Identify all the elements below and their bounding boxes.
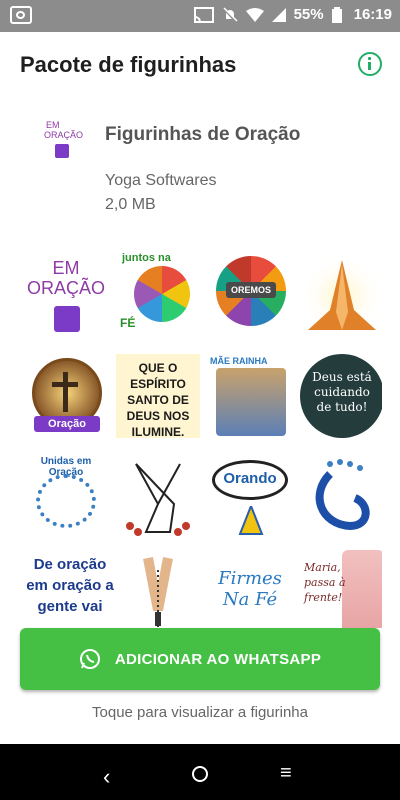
- sticker-text-top: juntos na: [122, 252, 171, 264]
- sticker-text: Orando: [223, 470, 277, 487]
- sticker-mae-rainha[interactable]: MÃE RAINHA: [208, 354, 292, 438]
- sticker-oracao-cross[interactable]: Oração: [24, 354, 108, 438]
- home-icon[interactable]: [192, 766, 208, 782]
- pack-publisher: Yoga Softwares: [105, 172, 217, 189]
- sticker-text: EM ORAÇÃO: [26, 258, 105, 298]
- people-circle-icon: [134, 266, 190, 322]
- wifi-icon: [245, 7, 264, 22]
- sticker-juntos-na-fe[interactable]: juntos na FÉ: [116, 250, 200, 334]
- sticker-deus-esta-cuidando[interactable]: Deus está cuidando de tudo!: [300, 354, 382, 438]
- praying-hands-icon: [300, 250, 382, 334]
- info-icon[interactable]: [358, 52, 382, 76]
- status-bar: 55% 16:19: [0, 0, 400, 32]
- people-circle-icon: [36, 474, 96, 528]
- page-title: Pacote de figurinhas: [20, 52, 237, 77]
- sticker-text: Firmes Na Fé: [218, 568, 282, 610]
- pack-name: Figurinhas de Oração: [105, 124, 301, 145]
- sticker-unidas-em-oracao[interactable]: Unidas em Oração: [24, 454, 108, 538]
- sticker-de-oracao-em-oracao[interactable]: De oração em oração a gente vai: [24, 550, 116, 628]
- sticker-grid: EM ORAÇÃO juntos na FÉ OREMOS Oração QUE…: [20, 248, 382, 628]
- mute-icon: [222, 6, 238, 23]
- rosary-icon: [143, 557, 173, 628]
- sticker-praying-hands-glow[interactable]: [300, 250, 382, 334]
- sticker-text: Oração: [34, 416, 100, 432]
- pack-tray-icon: EM ORAÇÃO: [40, 118, 86, 164]
- navigation-bar: ‹ ≡: [0, 744, 400, 800]
- hint-text: Toque para visualizar a figurinha: [92, 704, 308, 721]
- screenshot-icon: [10, 6, 32, 24]
- battery-percent: 55%: [293, 6, 324, 23]
- battery-icon: [331, 6, 342, 23]
- sticker-praying-hands-roses[interactable]: [116, 454, 200, 538]
- recents-icon[interactable]: ≡: [280, 762, 292, 785]
- sticker-blue-swirl[interactable]: [300, 454, 382, 538]
- sticker-oremos[interactable]: OREMOS: [208, 250, 292, 334]
- mary-image: [216, 368, 286, 436]
- add-button-label: ADICIONAR AO WHATSAPP: [114, 650, 322, 668]
- pack-size: 2,0 MB: [105, 196, 156, 213]
- sticker-text: Maria, passa à frente!: [304, 561, 346, 604]
- sticker-text-bottom: FÉ: [120, 316, 136, 330]
- tray-text-top: EM: [46, 120, 60, 130]
- tray-text-bottom: ORAÇÃO: [44, 130, 84, 140]
- swirl-icon: [315, 459, 370, 531]
- pack-info: EM ORAÇÃO Figurinhas de Oração Yoga Soft…: [0, 100, 400, 230]
- add-to-whatsapp-button[interactable]: ADICIONAR AO WHATSAPP: [20, 628, 380, 690]
- sticker-text: QUE O ESPÍRITO SANTO DE DEUS NOS ILUMINE…: [126, 361, 190, 439]
- cross-icon: [63, 372, 68, 412]
- sticker-maria-passa-a-frente[interactable]: Maria, passa à frente!: [300, 550, 382, 628]
- sticker-text: OREMOS: [226, 282, 276, 298]
- sticker-rosary-hands[interactable]: [116, 550, 200, 628]
- whatsapp-icon: [79, 649, 100, 669]
- cast-icon: [193, 6, 214, 23]
- signal-icon: [271, 7, 286, 22]
- sticker-orando[interactable]: Orando: [208, 454, 292, 538]
- sticker-em-oracao[interactable]: EM ORAÇÃO: [24, 250, 108, 334]
- cross-bar: [52, 382, 78, 387]
- prayer-icon: [55, 144, 69, 158]
- sticker-text: De oração em oração a gente vai: [26, 556, 114, 615]
- sticker-text: MÃE RAINHA: [210, 356, 268, 366]
- sticker-text: Deus está cuidando de tudo!: [312, 370, 372, 414]
- sticker-espirito-santo[interactable]: QUE O ESPÍRITO SANTO DE DEUS NOS ILUMINE…: [116, 354, 200, 439]
- status-icons: 55% 16:19: [193, 6, 392, 23]
- sticker-firmes-na-fe[interactable]: Firmes Na Fé: [208, 550, 292, 628]
- praying-hands-icon: [126, 463, 190, 536]
- app-bar: Pacote de figurinhas: [0, 32, 400, 100]
- praying-hands-emoji-icon: [238, 506, 264, 535]
- back-icon[interactable]: ‹: [103, 764, 110, 790]
- prayer-icon: [54, 306, 80, 332]
- clock: 16:19: [353, 6, 392, 23]
